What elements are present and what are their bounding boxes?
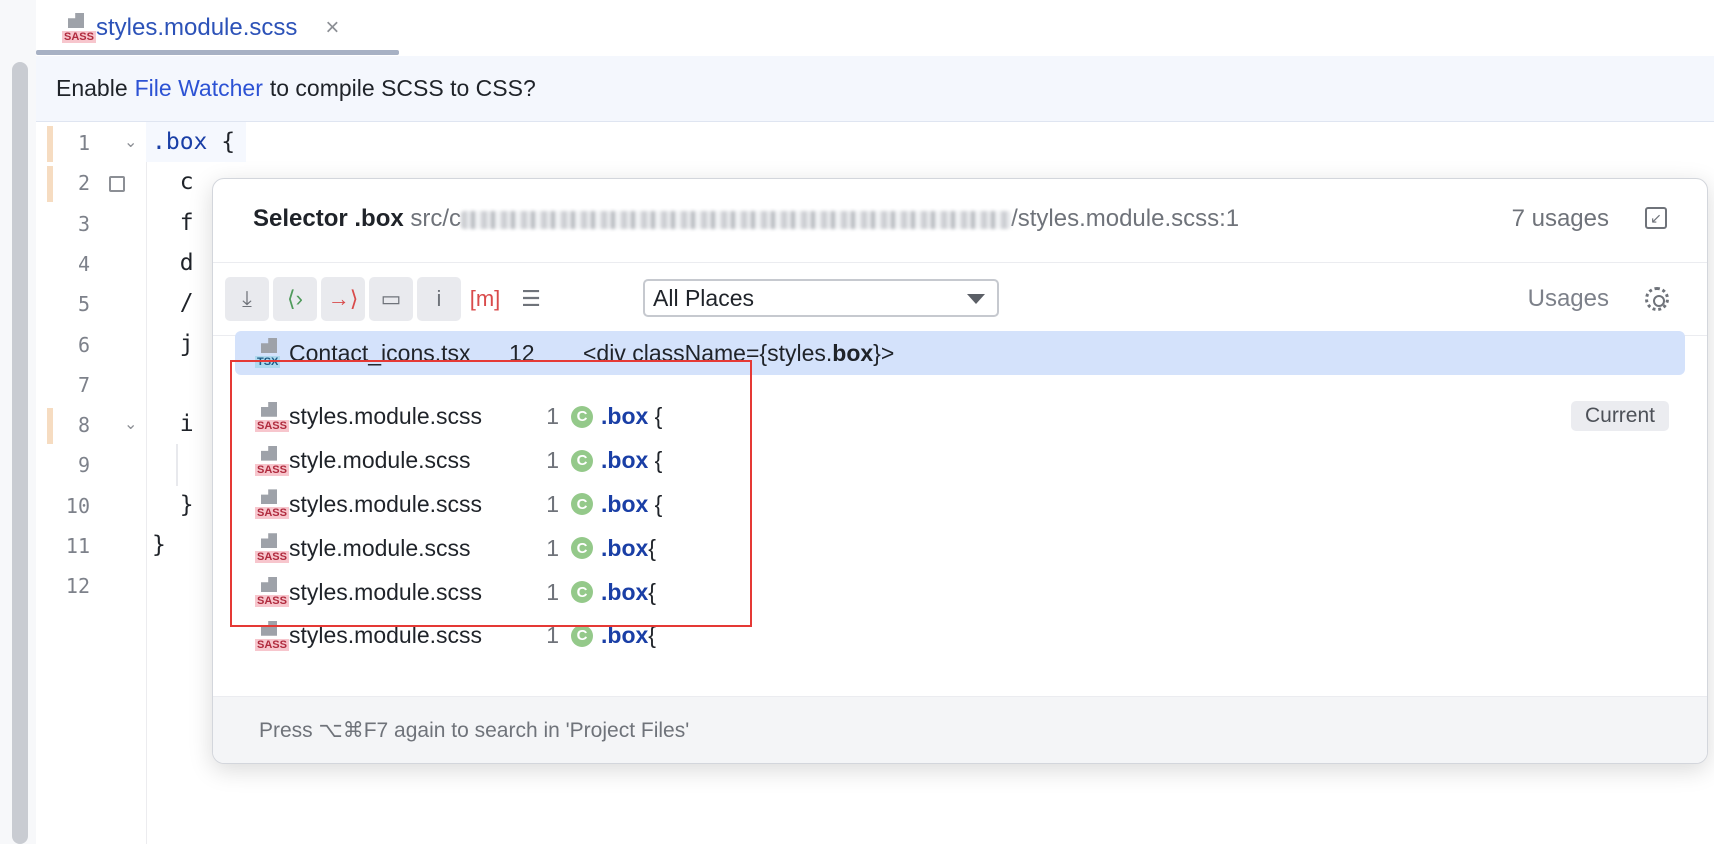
line-number: 12 bbox=[65, 574, 90, 599]
code-text: { bbox=[207, 129, 236, 155]
code-text: i bbox=[152, 411, 194, 438]
line-number: 9 bbox=[77, 453, 90, 478]
line-number: 1 bbox=[77, 131, 90, 155]
footer-hint: Press ⌥⌘F7 again to search in 'Project F… bbox=[259, 718, 690, 742]
current-badge: Current bbox=[1570, 400, 1669, 431]
expand-all-icon[interactable]: ⤓ bbox=[225, 277, 269, 321]
change-marker[interactable] bbox=[47, 408, 53, 445]
left-scrollbar[interactable] bbox=[12, 62, 28, 844]
popup-title: Selector .box src/c/styles.module.scss:1 bbox=[253, 205, 1239, 233]
navigate-in-icon[interactable]: ⟨› bbox=[273, 277, 317, 321]
scope-value: All Places bbox=[653, 284, 754, 311]
popup-toolbar: ⤓ ⟨› →⟩ ▭ i [m] ☰ All Places Usages bbox=[213, 263, 1707, 336]
line-number: 8 bbox=[77, 413, 90, 438]
left-tool-strip bbox=[0, 0, 37, 844]
path-prefix: src/c bbox=[410, 205, 462, 232]
selector-name: Selector .box bbox=[253, 205, 404, 232]
banner-suffix: to compile SCSS to CSS? bbox=[269, 75, 536, 101]
code-line[interactable]: d bbox=[152, 250, 194, 276]
usages-label[interactable]: Usages bbox=[1528, 285, 1609, 313]
info-icon[interactable]: i bbox=[417, 277, 461, 321]
code-text: } bbox=[152, 491, 194, 518]
code-line[interactable]: .box { bbox=[152, 129, 235, 155]
path-suffix: /styles.module.scss:1 bbox=[1011, 205, 1240, 232]
change-marker[interactable] bbox=[47, 126, 53, 162]
popup-footer: Press ⌥⌘F7 again to search in 'Project F… bbox=[213, 696, 1707, 763]
tab-label: styles.module.scss bbox=[96, 14, 298, 41]
usage-count: 7 usages bbox=[1511, 205, 1609, 232]
banner-prefix: Enable bbox=[56, 75, 128, 101]
code-line[interactable]: / bbox=[152, 290, 194, 316]
line-number: 4 bbox=[77, 251, 90, 276]
line-number: 3 bbox=[77, 211, 90, 236]
editor-gutter: 1 2 3 4 5 6 7 8 9 10 11 12 ⌄ ⌄ bbox=[36, 122, 147, 844]
scope-dropdown[interactable]: All Places bbox=[643, 279, 999, 317]
code-line[interactable]: c bbox=[152, 169, 194, 195]
folder-settings-icon[interactable]: ▭ bbox=[369, 277, 413, 321]
line-number: 6 bbox=[77, 332, 90, 357]
sass-file-icon: SASS bbox=[62, 13, 96, 43]
fold-chevron-icon[interactable]: ⌄ bbox=[124, 132, 137, 152]
code-selector: .box bbox=[152, 129, 208, 155]
tab-styles-module[interactable]: SASS styles.module.scss × bbox=[62, 0, 339, 56]
line-number: 10 bbox=[65, 493, 90, 518]
fold-chevron-icon[interactable]: ⌄ bbox=[124, 414, 137, 434]
line-number: 11 bbox=[65, 534, 90, 558]
code-text: j bbox=[152, 330, 194, 357]
active-tab-indicator bbox=[36, 50, 399, 55]
indent-guide bbox=[176, 444, 178, 486]
editor-tab-bar: SASS styles.module.scss × bbox=[36, 0, 1714, 57]
class-badge-icon: C bbox=[571, 624, 593, 647]
snippet-text: }> bbox=[873, 339, 895, 366]
code-line[interactable]: } bbox=[152, 492, 194, 518]
line-number: 7 bbox=[77, 372, 90, 397]
chevron-down-icon bbox=[967, 294, 985, 304]
popup-header: Selector .box src/c/styles.module.scss:1… bbox=[213, 179, 1707, 263]
code-text: f bbox=[152, 209, 194, 236]
code-line[interactable]: i bbox=[152, 411, 194, 437]
bookmark-icon[interactable] bbox=[109, 176, 125, 193]
redacted-path bbox=[461, 210, 1012, 229]
code-line[interactable]: j bbox=[152, 331, 194, 357]
code-line[interactable]: f bbox=[152, 210, 194, 236]
file-watcher-link[interactable]: File Watcher bbox=[135, 75, 263, 102]
close-icon[interactable]: × bbox=[325, 14, 339, 42]
code-text: } bbox=[152, 532, 166, 558]
code-line[interactable]: } bbox=[152, 532, 166, 558]
change-marker[interactable] bbox=[47, 166, 53, 203]
code-text: d bbox=[152, 249, 194, 276]
line-number: 5 bbox=[77, 292, 90, 317]
code-text: / bbox=[152, 290, 194, 317]
preview-icon[interactable]: ☰ bbox=[509, 277, 553, 321]
navigate-out-icon[interactable]: →⟩ bbox=[321, 277, 365, 321]
merge-icon[interactable]: [m] bbox=[463, 277, 507, 321]
line-number: 2 bbox=[77, 171, 90, 196]
open-in-window-icon[interactable]: ↙ bbox=[1645, 207, 1667, 229]
gear-icon[interactable] bbox=[1645, 287, 1669, 311]
code-text: c bbox=[152, 169, 194, 196]
snippet-match: box bbox=[832, 339, 874, 366]
annotation-highlight-box bbox=[230, 360, 752, 627]
file-watcher-banner: Enable File Watcher to compile SCSS to C… bbox=[36, 56, 1714, 122]
